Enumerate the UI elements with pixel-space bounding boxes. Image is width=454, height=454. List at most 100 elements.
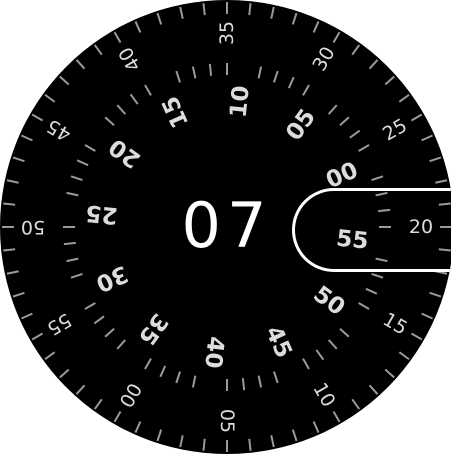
seconds-label: 55 [43, 308, 75, 340]
minutes-tick [116, 104, 127, 115]
seconds-tick [291, 429, 298, 442]
seconds-tick [435, 179, 448, 184]
seconds-tick [226, 440, 228, 452]
minutes-tick [144, 358, 152, 370]
minutes-tick [302, 358, 310, 370]
minutes-tick [63, 241, 76, 246]
minutes-tick [175, 371, 181, 384]
minutes-tick [371, 273, 384, 279]
seconds-tick [156, 12, 163, 25]
seconds-tick [12, 156, 25, 163]
minute-selection-highlight [292, 188, 454, 272]
watch-face: 20 25 30 35 40 45 50 55 00 05 10 15 55 00 05 10 15 20 25 3… [0, 0, 454, 454]
seconds-tick [270, 6, 275, 19]
minutes-label[interactable]: 35 [133, 308, 173, 349]
seconds-label: 45 [43, 114, 75, 146]
seconds-tick [75, 384, 86, 395]
minutes-tick [339, 327, 350, 338]
seconds-tick [21, 134, 33, 142]
hour-display[interactable]: 07 [182, 189, 273, 262]
minutes-tick [327, 104, 338, 115]
seconds-tick [248, 3, 252, 16]
seconds-tick [31, 332, 44, 341]
seconds-tick [398, 93, 410, 103]
seconds-tick [93, 398, 103, 410]
seconds-tick [113, 31, 122, 44]
seconds-tick [312, 21, 320, 33]
seconds-label: 10 [308, 379, 340, 411]
minutes-label[interactable]: 10 [226, 84, 255, 119]
seconds-tick [384, 75, 395, 86]
minutes-label[interactable]: 25 [84, 199, 119, 228]
minutes-tick [70, 273, 83, 279]
minutes-tick [226, 63, 228, 75]
minutes-tick [84, 144, 96, 152]
seconds-tick [291, 12, 298, 25]
seconds-tick [179, 6, 184, 19]
minutes-tick [116, 339, 127, 350]
minutes-label[interactable]: 40 [199, 335, 228, 370]
seconds-tick [44, 351, 56, 361]
minutes-label[interactable]: 20 [104, 133, 145, 173]
seconds-tick [398, 351, 410, 361]
seconds-tick [3, 202, 16, 206]
seconds-tick [6, 179, 19, 184]
minutes-tick [287, 76, 295, 89]
minutes-label[interactable]: 15 [157, 92, 194, 132]
minutes-label[interactable]: 05 [281, 104, 321, 145]
seconds-label: 00 [114, 379, 146, 411]
seconds-tick [429, 291, 442, 298]
seconds-tick [332, 410, 341, 423]
seconds-tick [44, 93, 56, 103]
minutes-tick [339, 116, 350, 127]
seconds-tick [59, 368, 70, 379]
seconds-tick [421, 312, 433, 320]
minutes-tick [315, 349, 325, 361]
seconds-label: 25 [379, 114, 411, 146]
minutes-tick [273, 70, 279, 83]
minutes-tick [159, 365, 167, 378]
seconds-tick [384, 368, 395, 379]
minutes-tick [371, 175, 384, 181]
seconds-tick [31, 113, 44, 122]
seconds-label: 30 [308, 43, 340, 75]
seconds-label: 05 [216, 408, 238, 434]
seconds-tick [368, 59, 379, 70]
minutes-tick [257, 66, 263, 79]
seconds-tick [351, 44, 361, 56]
minutes-tick [66, 191, 79, 197]
seconds-tick [59, 75, 70, 86]
minutes-label[interactable]: 30 [92, 260, 132, 297]
minutes-tick [144, 84, 152, 96]
minutes-tick [191, 375, 197, 388]
seconds-tick [93, 44, 103, 56]
seconds-tick [202, 438, 206, 451]
seconds-tick [410, 332, 423, 341]
seconds-tick [202, 3, 206, 16]
minutes-tick [226, 379, 228, 391]
seconds-tick [12, 291, 25, 298]
minutes-tick [93, 315, 105, 325]
seconds-tick [21, 312, 33, 320]
seconds-tick [312, 421, 320, 433]
seconds-tick [6, 270, 19, 275]
minutes-tick [208, 63, 213, 76]
minutes-tick [358, 144, 370, 152]
minutes-tick [129, 93, 139, 105]
minutes-tick [104, 327, 115, 338]
seconds-tick [332, 31, 341, 44]
minutes-label[interactable]: 50 [308, 281, 349, 321]
seconds-tick [156, 429, 163, 442]
minutes-tick [175, 70, 181, 83]
minutes-tick [358, 302, 370, 310]
minutes-tick [257, 375, 263, 388]
seconds-tick [429, 156, 442, 163]
seconds-tick [351, 398, 361, 410]
minutes-tick [241, 378, 246, 391]
minutes-label[interactable]: 45 [260, 322, 297, 362]
minutes-tick [84, 302, 96, 310]
minutes-tick [70, 175, 83, 181]
seconds-tick [368, 384, 379, 395]
seconds-tick [410, 113, 423, 122]
minutes-tick [63, 226, 75, 228]
